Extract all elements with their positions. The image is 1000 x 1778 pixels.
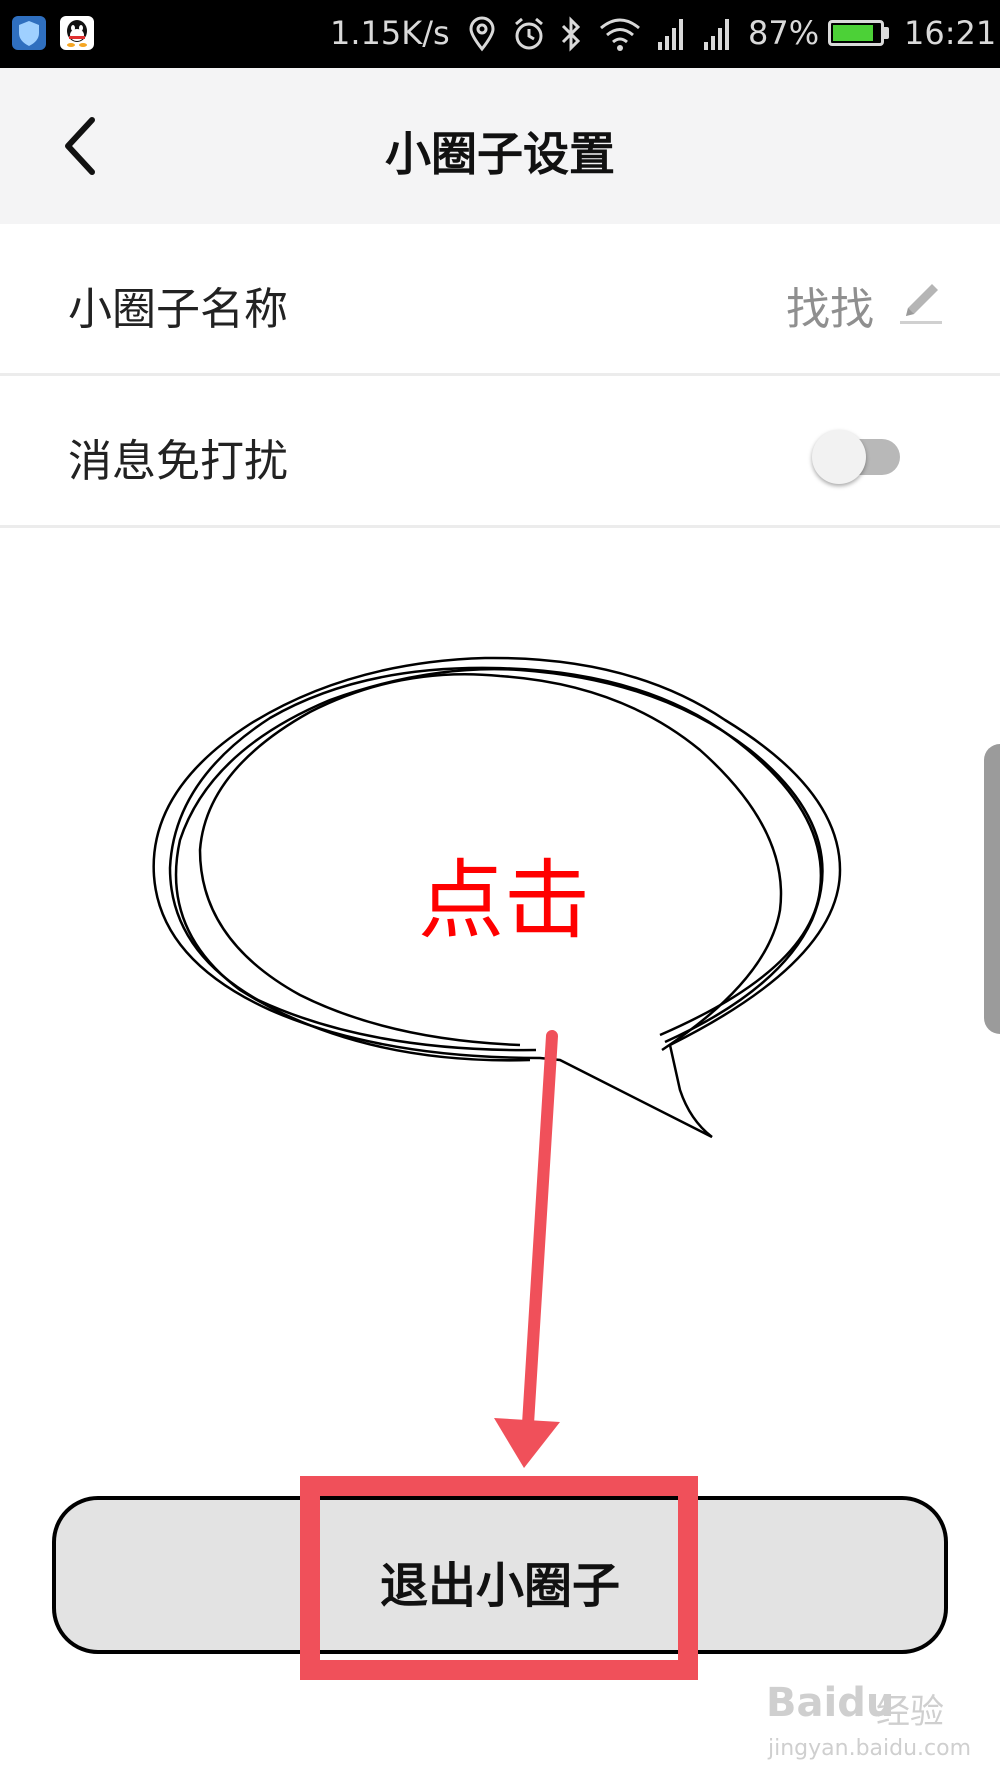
watermark: Baidu 经验 jingyan.baidu.com — [766, 1680, 996, 1776]
edge-scroll-handle[interactable] — [984, 744, 1000, 1034]
location-icon — [468, 16, 496, 56]
title-bar: 小圈子设置 — [0, 68, 1000, 224]
network-speed: 1.15K/s — [330, 14, 450, 52]
do-not-disturb-label: 消息免打扰 — [68, 436, 288, 487]
page-title: 小圈子设置 — [385, 127, 615, 181]
circle-name-value: 找找 — [786, 284, 874, 335]
circle-name-row[interactable]: 小圈子名称 找找 — [0, 226, 1000, 376]
alarm-icon — [512, 16, 546, 56]
watermark-suffix: 经验 — [876, 1692, 944, 1732]
circle-name-label: 小圈子名称 — [68, 284, 288, 335]
annotation-text: 点击 — [418, 851, 590, 951]
battery-level — [833, 25, 873, 41]
clock: 16:21 — [904, 14, 997, 52]
shield-icon — [12, 16, 46, 50]
battery-percent: 87% — [748, 14, 820, 52]
arrow-annotation — [494, 1030, 560, 1468]
toggle-knob — [812, 430, 866, 484]
qq-icon — [60, 16, 94, 50]
status-bar: 1.15K/s 87% 16:21 — [0, 0, 1000, 68]
signal-icon — [702, 16, 732, 56]
do-not-disturb-toggle[interactable] — [812, 428, 904, 484]
pencil-icon[interactable] — [898, 274, 944, 326]
wifi-icon — [598, 16, 642, 56]
bluetooth-icon — [558, 16, 584, 56]
signal-icon — [656, 16, 686, 56]
battery-tip — [884, 27, 889, 39]
watermark-url: jingyan.baidu.com — [768, 1736, 972, 1761]
do-not-disturb-row: 消息免打扰 — [0, 378, 1000, 528]
highlight-box-annotation — [300, 1476, 698, 1680]
battery-icon — [828, 20, 884, 46]
